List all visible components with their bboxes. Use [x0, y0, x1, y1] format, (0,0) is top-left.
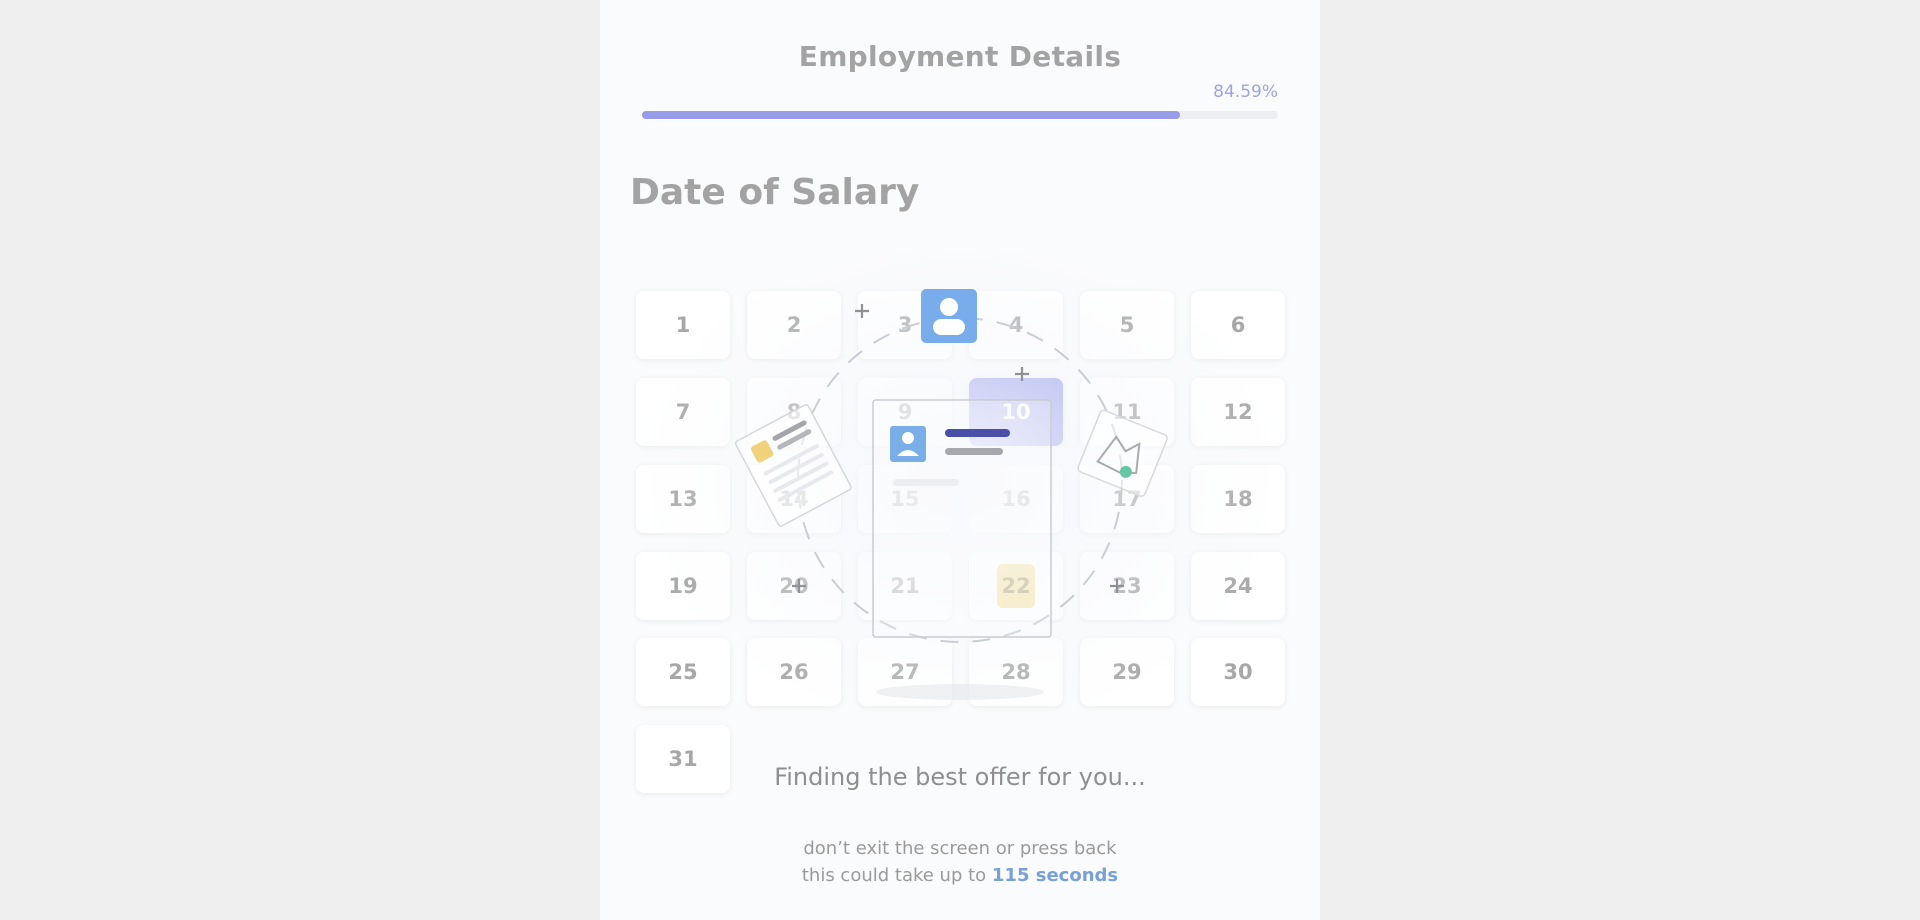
- day-15[interactable]: 15: [858, 465, 952, 533]
- day-30[interactable]: 30: [1191, 638, 1285, 706]
- day-29[interactable]: 29: [1080, 638, 1174, 706]
- progress-percentage: 84.59%: [1213, 82, 1278, 102]
- progress-bar-fill: [642, 111, 1180, 119]
- hint-line-2-prefix: this could take up to: [801, 865, 992, 886]
- day-17[interactable]: 17: [1080, 465, 1174, 533]
- day-25[interactable]: 25: [636, 638, 730, 706]
- progress-bar: [642, 111, 1278, 119]
- day-22[interactable]: 22: [969, 552, 1063, 620]
- day-7[interactable]: 7: [636, 378, 730, 446]
- day-2[interactable]: 2: [747, 291, 841, 359]
- day-18[interactable]: 18: [1191, 465, 1285, 533]
- section-title: Date of Salary: [630, 172, 920, 213]
- day-23[interactable]: 23: [1080, 552, 1174, 620]
- day-14[interactable]: 14: [747, 465, 841, 533]
- day-5[interactable]: 5: [1080, 291, 1174, 359]
- day-6[interactable]: 6: [1191, 291, 1285, 359]
- hint-line-2: this could take up to 115 seconds: [600, 865, 1320, 886]
- day-13[interactable]: 13: [636, 465, 730, 533]
- day-24[interactable]: 24: [1191, 552, 1285, 620]
- day-27[interactable]: 27: [858, 638, 952, 706]
- day-26[interactable]: 26: [747, 638, 841, 706]
- app-screen: Employment Details 84.59% Date of Salary…: [600, 0, 1320, 920]
- day-10[interactable]: 10: [969, 378, 1063, 446]
- page-title: Employment Details: [798, 40, 1122, 73]
- day-28[interactable]: 28: [969, 638, 1063, 706]
- day-12[interactable]: 12: [1191, 378, 1285, 446]
- loader-ring: [797, 317, 1123, 643]
- day-20[interactable]: 20: [747, 552, 841, 620]
- day-11[interactable]: 11: [1080, 378, 1174, 446]
- day-21[interactable]: 21: [858, 552, 952, 620]
- wait-time: 115 seconds: [991, 865, 1119, 886]
- day-8[interactable]: 8: [747, 378, 841, 446]
- day-3[interactable]: 3: [858, 291, 952, 359]
- day-4[interactable]: 4: [969, 291, 1063, 359]
- day-1[interactable]: 1: [636, 291, 730, 359]
- sparkle-icons: [792, 304, 1124, 593]
- loading-message: Finding the best offer for you...: [774, 763, 1146, 791]
- day-9[interactable]: 9: [858, 378, 952, 446]
- hint-line-1: don’t exit the screen or press back: [803, 838, 1117, 859]
- day-19[interactable]: 19: [636, 552, 730, 620]
- day-16[interactable]: 16: [969, 465, 1063, 533]
